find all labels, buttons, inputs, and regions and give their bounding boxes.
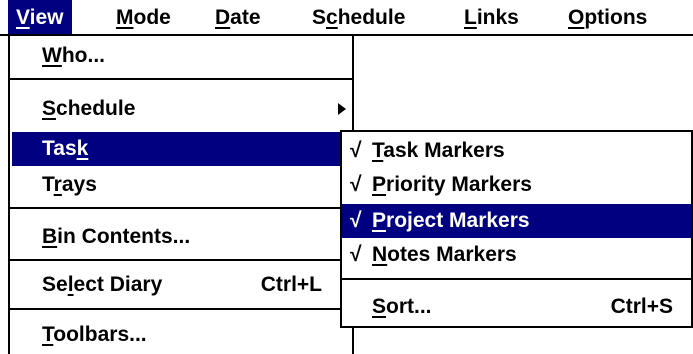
menu-links-label: inks: [476, 6, 519, 29]
view-menu-item-bin-contents[interactable]: Bin Contents...: [12, 220, 350, 254]
menu-mode-label: ode: [133, 6, 171, 29]
shortcut-label: Ctrl+L: [260, 273, 322, 296]
menu-bar: View Mode Date Schedule Links Options: [0, 0, 693, 36]
item-label: ect Diary: [73, 273, 163, 296]
item-label: riority Markers: [386, 173, 532, 196]
checkmark-icon: √: [350, 243, 362, 266]
submenu-item-sort[interactable]: Sort... Ctrl+S: [342, 290, 691, 324]
item-label-pre: Se: [42, 273, 68, 296]
item-accel: k: [76, 137, 89, 160]
checkmark-icon: √: [350, 173, 362, 196]
menu-separator: [10, 259, 352, 261]
checkmark-icon: √: [350, 209, 362, 232]
item-accel: P: [372, 173, 387, 196]
item-accel: N: [372, 243, 388, 266]
submenu-arrow-icon: [338, 103, 346, 115]
item-label: ask Markers: [383, 139, 505, 162]
item-label: ays: [61, 173, 97, 196]
menu-date[interactable]: Date: [207, 0, 269, 34]
item-label: chedule: [56, 97, 136, 120]
item-accel: r: [53, 173, 62, 196]
task-submenu-dropdown: √ Task Markers √ Priority Markers √ Project…: [340, 130, 693, 328]
menu-separator: [10, 207, 352, 209]
menu-schedule-label: hedule: [337, 6, 406, 29]
view-menu-item-toolbars[interactable]: Toolbars...: [12, 318, 350, 352]
menu-view-accel: V: [16, 6, 30, 29]
menu-options-accel: O: [568, 6, 585, 29]
view-menu-item-schedule[interactable]: Schedule: [12, 92, 350, 126]
menu-schedule-label-pre: S: [312, 6, 327, 29]
menu-links-accel: L: [464, 6, 477, 29]
submenu-item-notes-markers[interactable]: √ Notes Markers: [342, 238, 691, 272]
item-accel: P: [372, 209, 387, 232]
item-accel: T: [42, 323, 54, 346]
view-menu-dropdown: Who... Schedule Task Trays Bin Contents.…: [8, 36, 354, 354]
menu-separator: [10, 308, 352, 310]
menu-links[interactable]: Links: [456, 0, 527, 34]
menu-options-label: ptions: [584, 6, 648, 29]
item-label-pre: T: [42, 173, 54, 196]
item-label: ho...: [61, 44, 105, 67]
item-accel: S: [372, 295, 387, 318]
menu-separator: [10, 78, 352, 80]
shortcut-label: Ctrl+S: [610, 295, 673, 318]
menu-options[interactable]: Options: [560, 0, 655, 34]
menu-separator: [342, 278, 691, 280]
submenu-item-task-markers[interactable]: √ Task Markers: [342, 134, 691, 168]
item-label: otes Markers: [387, 243, 517, 266]
item-label: ort...: [386, 295, 432, 318]
item-accel: W: [42, 44, 62, 67]
view-menu-item-select-diary[interactable]: Select Diary Ctrl+L: [12, 268, 350, 302]
item-label: in Contents...: [57, 225, 191, 248]
view-menu-item-task[interactable]: Task: [12, 132, 350, 166]
menu-view-label: iew: [29, 6, 64, 29]
item-label-pre: Tas: [42, 137, 77, 160]
view-menu-item-who[interactable]: Who...: [12, 39, 350, 73]
menu-mode-accel: M: [116, 6, 134, 29]
menu-date-label: ate: [230, 6, 261, 29]
item-accel: B: [42, 225, 58, 248]
menu-mode[interactable]: Mode: [108, 0, 179, 34]
submenu-item-priority-markers[interactable]: √ Priority Markers: [342, 168, 691, 202]
checkmark-icon: √: [350, 139, 362, 162]
menu-date-accel: D: [215, 6, 231, 29]
menu-schedule[interactable]: Schedule: [304, 0, 413, 34]
item-accel: S: [42, 97, 57, 120]
menu-view[interactable]: View: [8, 0, 72, 34]
submenu-item-project-markers[interactable]: √ Project Markers: [342, 204, 691, 238]
item-label: oolbars...: [53, 323, 147, 346]
menu-schedule-accel: c: [326, 6, 338, 29]
view-menu-item-trays[interactable]: Trays: [12, 168, 350, 202]
item-label: roject Markers: [386, 209, 530, 232]
item-accel: T: [372, 139, 384, 162]
